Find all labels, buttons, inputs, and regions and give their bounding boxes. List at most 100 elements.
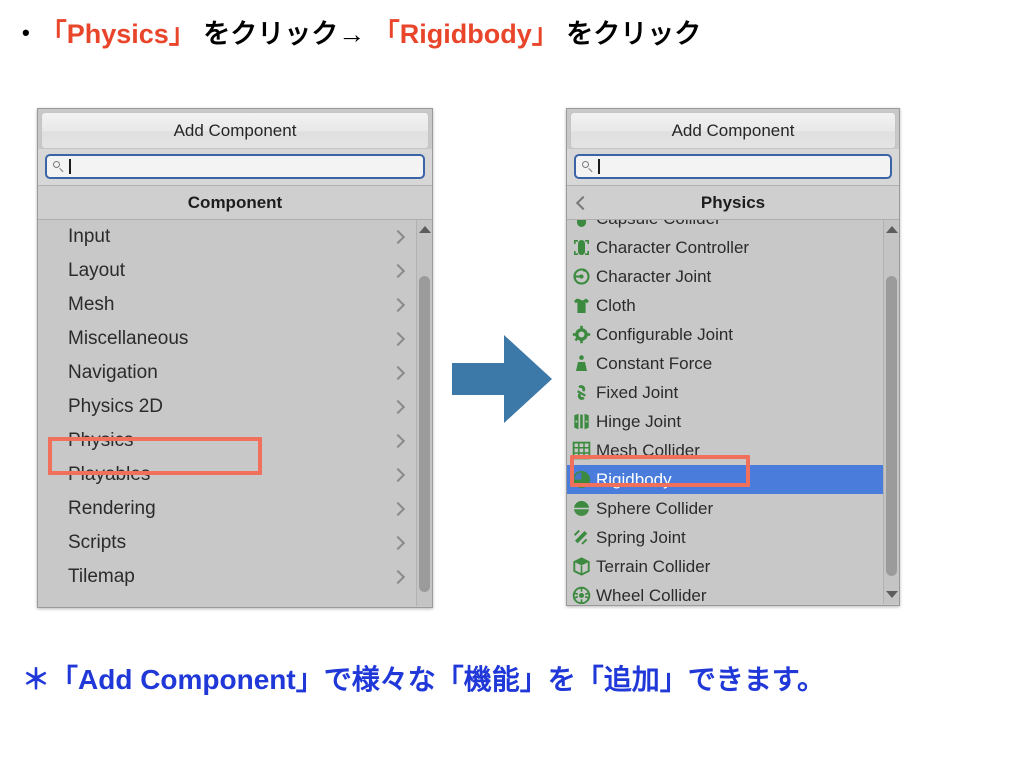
panel-title-right: Add Component bbox=[570, 112, 896, 149]
component-row[interactable]: Configurable Joint bbox=[567, 320, 884, 349]
component-label: Character Controller bbox=[596, 238, 750, 257]
component-row[interactable]: Capsule Collider bbox=[567, 220, 884, 233]
component-row[interactable]: Mesh Collider bbox=[567, 436, 884, 465]
component-row[interactable]: Terrain Collider bbox=[567, 552, 884, 581]
heading-segment-click2: をクリック bbox=[558, 19, 702, 49]
chevron-right-icon bbox=[390, 229, 406, 245]
category-label: Mesh bbox=[68, 294, 115, 315]
page-title: • 「Physics」 をクリック→ 「Rigidbody」 をクリック bbox=[22, 12, 1002, 51]
scrollbar-right[interactable] bbox=[883, 220, 899, 604]
search-bar-left[interactable] bbox=[38, 149, 432, 186]
component-row[interactable]: Character Joint bbox=[567, 262, 884, 291]
spring-joint-icon bbox=[571, 527, 592, 548]
component-label: Hinge Joint bbox=[596, 412, 682, 431]
chevron-right-icon bbox=[390, 263, 406, 279]
text-caret bbox=[69, 159, 71, 174]
category-row[interactable]: Playables bbox=[38, 458, 417, 492]
component-row-selected[interactable]: Rigidbody bbox=[567, 465, 884, 494]
scroll-up-arrow-icon[interactable] bbox=[418, 226, 431, 233]
component-row[interactable]: Hinge Joint bbox=[567, 407, 884, 436]
text-caret bbox=[598, 159, 600, 174]
component-label: Rigidbody bbox=[596, 470, 672, 489]
component-label: Sphere Collider bbox=[596, 499, 714, 518]
section-header-label: Physics bbox=[700, 193, 766, 212]
character-joint-icon bbox=[571, 266, 592, 287]
bullet-marker: • bbox=[22, 20, 30, 45]
category-label: Miscellaneous bbox=[68, 328, 189, 349]
component-row[interactable]: Constant Force bbox=[567, 349, 884, 378]
component-label: Fixed Joint bbox=[596, 383, 679, 402]
component-label: Cloth bbox=[596, 296, 636, 315]
chevron-right-icon bbox=[390, 399, 406, 415]
terrain-collider-icon bbox=[571, 556, 592, 577]
add-component-panel-left[interactable]: Add Component Component Input Layout Mesh M… bbox=[37, 108, 433, 608]
scroll-down-arrow-icon[interactable] bbox=[885, 591, 898, 598]
hinge-joint-icon bbox=[571, 411, 592, 432]
sphere-collider-icon bbox=[571, 498, 592, 519]
capsule-collider-icon bbox=[571, 220, 592, 229]
component-row[interactable]: Fixed Joint bbox=[567, 378, 884, 407]
category-row[interactable]: Layout bbox=[38, 254, 417, 288]
category-label: Navigation bbox=[68, 362, 158, 383]
category-row[interactable]: Input bbox=[38, 220, 417, 254]
component-label: Spring Joint bbox=[596, 528, 686, 547]
physics-component-list[interactable]: Capsule Collider Character Controller Char… bbox=[567, 220, 899, 604]
category-row[interactable]: Scripts bbox=[38, 526, 417, 560]
wheel-collider-icon bbox=[571, 585, 592, 604]
category-row[interactable]: Physics 2D bbox=[38, 390, 417, 424]
category-row[interactable]: Physics bbox=[38, 424, 417, 458]
category-row[interactable]: Mesh bbox=[38, 288, 417, 322]
component-row[interactable]: Character Controller bbox=[567, 233, 884, 262]
component-label: Mesh Collider bbox=[596, 441, 700, 460]
category-label: Layout bbox=[68, 260, 126, 281]
footer-note: ＊「Add Component」で様々な「機能」を「追加」できます。 bbox=[22, 664, 825, 695]
fixed-joint-icon bbox=[571, 382, 592, 403]
section-header-physics[interactable]: Physics bbox=[567, 186, 899, 220]
search-bar-right[interactable] bbox=[567, 149, 899, 186]
scrollbar-thumb[interactable] bbox=[886, 276, 897, 576]
chevron-right-icon bbox=[390, 535, 406, 551]
section-header-component: Component bbox=[38, 186, 432, 220]
chevron-right-icon bbox=[390, 365, 406, 381]
category-label: Physics 2D bbox=[68, 396, 164, 417]
mesh-collider-icon bbox=[571, 440, 592, 461]
search-input-right[interactable] bbox=[574, 154, 892, 179]
rigidbody-icon bbox=[571, 469, 592, 490]
scrollbar-left[interactable] bbox=[416, 220, 432, 606]
configurable-joint-icon bbox=[571, 324, 592, 345]
component-row[interactable]: Cloth bbox=[567, 291, 884, 320]
component-row[interactable]: Spring Joint bbox=[567, 523, 884, 552]
component-row[interactable]: Wheel Collider bbox=[567, 581, 884, 604]
chevron-right-icon bbox=[390, 433, 406, 449]
chevron-right-icon bbox=[390, 501, 406, 517]
component-row[interactable]: Sphere Collider bbox=[567, 494, 884, 523]
search-icon bbox=[581, 160, 594, 173]
category-row[interactable]: Navigation bbox=[38, 356, 417, 390]
category-label: Input bbox=[68, 226, 111, 247]
scrollbar-thumb[interactable] bbox=[419, 276, 430, 592]
chevron-right-icon bbox=[390, 297, 406, 313]
search-icon bbox=[52, 160, 65, 173]
chevron-right-icon bbox=[390, 467, 406, 483]
category-label: Physics bbox=[68, 430, 134, 451]
add-component-panel-right[interactable]: Add Component Physics Capsule Collider Ch… bbox=[566, 108, 900, 606]
category-row[interactable]: Rendering bbox=[38, 492, 417, 526]
heading-segment-physics: 「Physics」 bbox=[39, 19, 196, 49]
category-row[interactable]: Tilemap bbox=[38, 560, 417, 594]
scroll-up-arrow-icon[interactable] bbox=[885, 226, 898, 233]
component-label: Terrain Collider bbox=[596, 557, 711, 576]
heading-segment-click1: をクリック→ bbox=[195, 19, 373, 49]
category-row[interactable]: Miscellaneous bbox=[38, 322, 417, 356]
cloth-icon bbox=[571, 295, 592, 316]
panel-title-left: Add Component bbox=[41, 112, 429, 149]
component-label: Character Joint bbox=[596, 267, 712, 286]
component-label: Wheel Collider bbox=[596, 586, 707, 604]
chevron-left-icon[interactable] bbox=[575, 195, 591, 210]
component-category-list[interactable]: Input Layout Mesh Miscellaneous Navigation Ph… bbox=[38, 220, 432, 606]
category-label: Rendering bbox=[68, 498, 156, 519]
heading-segment-rigidbody: 「Rigidbody」 bbox=[372, 19, 559, 49]
category-label: Playables bbox=[68, 464, 151, 485]
search-input-left[interactable] bbox=[45, 154, 425, 179]
component-label: Capsule Collider bbox=[596, 220, 721, 233]
flow-arrow-icon bbox=[452, 335, 552, 423]
